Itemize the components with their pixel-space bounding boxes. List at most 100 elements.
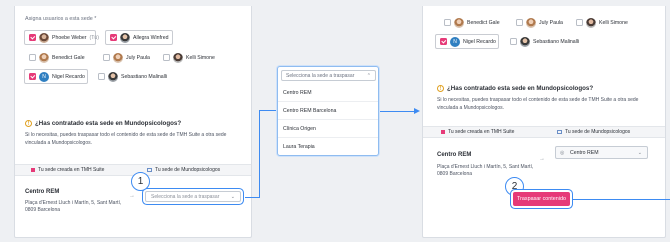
avatar xyxy=(39,32,49,43)
avatar xyxy=(586,17,596,28)
checkbox[interactable] xyxy=(576,19,583,26)
dropdown-placeholder: Selecciona la sede a traspasar xyxy=(286,72,355,79)
checkbox[interactable] xyxy=(29,54,36,61)
checkbox[interactable] xyxy=(103,54,110,61)
question-text: Si lo necesitas, puedes traspasar todo e… xyxy=(437,97,639,111)
chevron-up-icon: ⌃ xyxy=(366,73,371,79)
col-mundo: Tu sede de Mundopsicologos xyxy=(147,167,220,173)
divider xyxy=(278,119,378,120)
connector-line xyxy=(259,110,277,111)
chevron-down-icon: ⌄ xyxy=(230,194,235,200)
dropdown-option[interactable]: Laura Terapia xyxy=(283,144,315,150)
dropdown-option[interactable]: Clínica Origen xyxy=(283,126,316,132)
avatar-initial: N xyxy=(39,71,49,82)
checkbox[interactable] xyxy=(510,38,517,45)
step-one-marker: 1 xyxy=(131,172,150,191)
avatar xyxy=(173,52,183,63)
checkbox-checked[interactable] xyxy=(29,73,36,80)
col-tmh: Tu sede creada en TMH Suite xyxy=(441,129,514,135)
center-address: Plaça d'Ernest Lluch i Martín, 5, Sant M… xyxy=(437,164,533,179)
user-chip-nigel[interactable]: N Nigel Recardo xyxy=(24,69,88,84)
mundo-icon xyxy=(147,168,152,172)
question-title: ¿Has contratado esta sede en Mundopsicol… xyxy=(447,85,594,92)
avatar xyxy=(108,71,118,82)
connector-line xyxy=(573,199,670,200)
question-heading: ! ¿Has contratado esta sede en Mundopsic… xyxy=(25,120,181,127)
dropdown-field[interactable]: Selecciona la sede a traspasar ⌃ xyxy=(281,70,376,81)
left-sede-form: Asigna usuarios a esta sede * Phoebe Web… xyxy=(14,6,252,238)
checkbox[interactable] xyxy=(163,54,170,61)
center-name: Centro REM xyxy=(25,189,60,195)
mundo-icon xyxy=(557,130,562,134)
question-heading: ! ¿Has contratado esta sede en Mundopsic… xyxy=(437,85,593,92)
sede-dropdown[interactable]: Selecciona la sede a traspasar ⌃ Centro … xyxy=(277,66,379,156)
user-chip-nigel[interactable]: N Nigel Recardo xyxy=(435,34,499,49)
transfer-arrow-icon: → xyxy=(129,193,135,199)
avatar xyxy=(120,32,130,43)
center-address: Plaça d'Ernest Lluch i Martín, 5, Sant M… xyxy=(25,200,121,215)
tutorial-composite: Asigna usuarios a esta sede * Phoebe Web… xyxy=(0,0,670,242)
user-name: Benedict Gale xyxy=(52,54,85,61)
user-name: Phoebe Weber xyxy=(52,34,87,41)
user-chip-benedict[interactable]: Benedict Gale xyxy=(24,50,94,65)
dropdown-option[interactable]: Centro REM xyxy=(283,90,312,96)
transfer-arrow-icon: → xyxy=(539,156,545,162)
center-name: Centro REM xyxy=(437,152,472,158)
chevron-down-icon: ⌄ xyxy=(637,150,642,156)
checkbox-checked[interactable] xyxy=(29,34,36,41)
user-chip-phoebe[interactable]: Phoebe Weber (Tú) xyxy=(24,30,99,45)
user-chip-kelli[interactable]: Kelli Simone xyxy=(158,50,218,65)
connector-line xyxy=(245,197,260,198)
user-name: July Paula xyxy=(539,19,563,26)
divider xyxy=(278,101,378,102)
arrow-head-icon xyxy=(414,108,420,114)
address-line-1: Plaça d'Ernest Lluch i Martín, 5, Sant M… xyxy=(437,164,534,170)
user-name: Kelli Simone xyxy=(186,54,215,61)
avatar xyxy=(113,52,123,63)
select-placeholder: Selecciona la sede a traspasar xyxy=(151,193,220,200)
assign-users-label: Asigna usuarios a esta sede * xyxy=(25,16,97,22)
user-chip-july[interactable]: July Paula xyxy=(98,50,154,65)
user-name: Benedict Gale xyxy=(467,19,500,26)
sede-select[interactable]: Selecciona la sede a traspasar ⌄ xyxy=(145,191,241,202)
user-name: Nigel Recardo xyxy=(463,38,496,45)
user-name: Nigel Recardo xyxy=(52,73,85,80)
user-chip-allegra[interactable]: Allegra Winfred xyxy=(105,30,173,45)
tmh-icon xyxy=(31,168,35,172)
connector-line xyxy=(380,111,418,112)
address-line-2: 0809 Barcelona xyxy=(25,207,61,214)
you-tag: (Tú) xyxy=(89,34,100,41)
selected-value: Centro REM xyxy=(570,149,599,156)
checkbox-checked[interactable] xyxy=(110,34,117,41)
user-name: Sebastiano Malinalli xyxy=(533,38,580,45)
address-line-1: Plaça d'Ernest Lluch i Martín, 5, Sant M… xyxy=(25,200,122,206)
avatar xyxy=(454,17,464,28)
checkbox[interactable] xyxy=(516,19,523,26)
divider xyxy=(278,137,378,138)
checkbox-checked[interactable] xyxy=(440,38,447,45)
avatar-initial: N xyxy=(450,36,460,47)
info-warning-icon: ! xyxy=(437,85,444,92)
user-chip-kelli[interactable]: Kelli Simone xyxy=(571,15,635,30)
user-chip-benedict[interactable]: Benedict Gale xyxy=(439,15,511,30)
user-name: Kelli Simone xyxy=(599,19,628,26)
avatar xyxy=(520,36,530,47)
user-name: July Paula xyxy=(126,54,150,61)
avatar xyxy=(526,17,536,28)
user-chip-sebastiano[interactable]: Sebastiano Malinalli xyxy=(93,69,173,84)
info-warning-icon: ! xyxy=(25,120,32,127)
col-mundo: Tu sede de Mundopsicologos xyxy=(557,129,630,135)
tmh-icon xyxy=(441,130,445,134)
question-title: ¿Has contratado esta sede en Mundopsicol… xyxy=(35,120,182,127)
col-tmh: Tu sede creada en TMH Suite xyxy=(31,167,104,173)
user-chip-july[interactable]: July Paula xyxy=(511,15,569,30)
transfer-content-button[interactable]: Traspasar contenido xyxy=(513,192,570,206)
question-text: Si lo necesitas, puedes traspasar todo e… xyxy=(25,132,227,146)
dropdown-option[interactable]: Centro REM Barcelona xyxy=(283,108,336,114)
checkbox[interactable] xyxy=(98,73,105,80)
user-chip-sebastiano[interactable]: Sebastiano Malinalli xyxy=(505,34,585,49)
globe-icon: ◎ xyxy=(560,150,565,156)
connector-line xyxy=(259,110,260,198)
selected-sede-select[interactable]: ◎ Centro REM ⌄ xyxy=(555,146,648,159)
checkbox[interactable] xyxy=(444,19,451,26)
